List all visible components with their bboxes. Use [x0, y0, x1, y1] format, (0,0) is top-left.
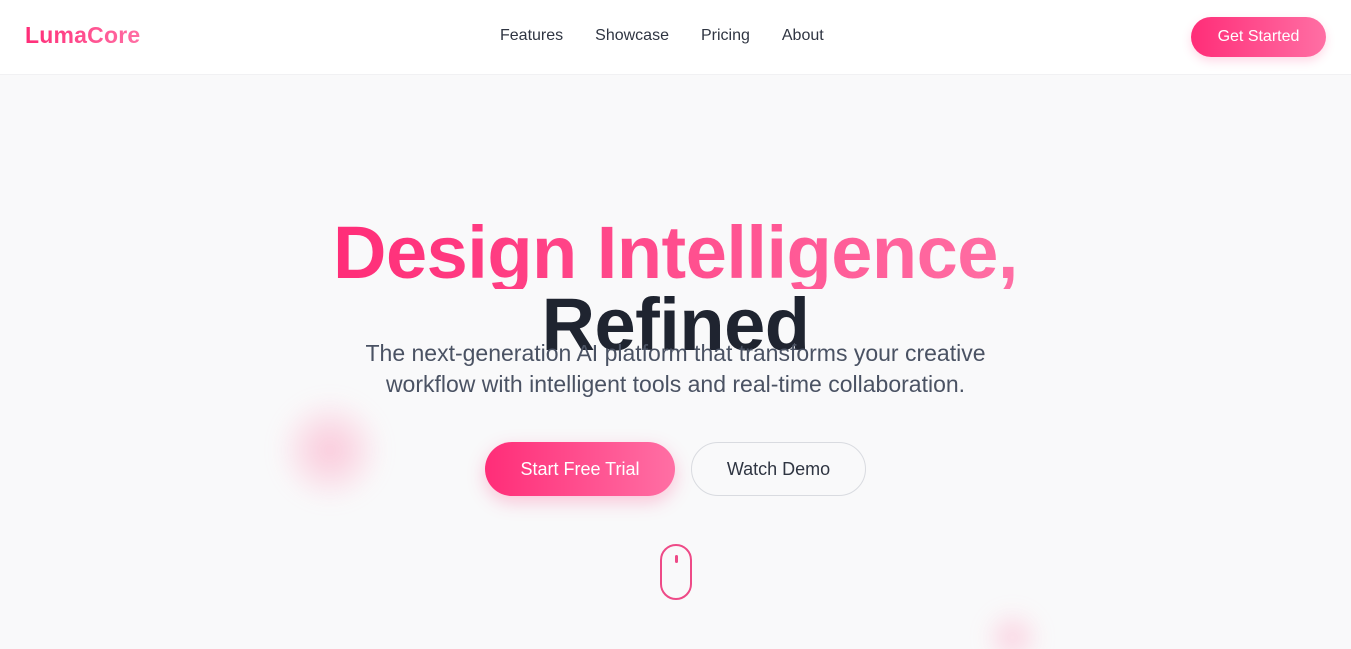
nav-link-features[interactable]: Features	[500, 27, 563, 45]
scroll-wheel-dot	[675, 555, 678, 563]
hero-subtitle-line-2: workflow with intelligent tools and real…	[385, 371, 966, 397]
mouse-scroll-icon[interactable]	[660, 544, 692, 600]
get-started-button[interactable]: Get Started	[1191, 17, 1326, 57]
nav-link-showcase[interactable]: Showcase	[595, 27, 669, 45]
decorative-glow-orb-right	[985, 610, 1040, 649]
nav-link-about[interactable]: About	[782, 27, 824, 45]
hero-section: Design Intelligence, Refined The next-ge…	[0, 75, 1351, 649]
hero-cta-row: Start Free Trial Watch Demo	[0, 442, 1351, 496]
hero-headline-gradient: Design Intelligence,	[333, 210, 1018, 294]
top-navbar: LumaCore Features Showcase Pricing About…	[0, 0, 1351, 75]
brand-logo[interactable]: LumaCore	[25, 22, 140, 49]
main-nav: Features Showcase Pricing About	[500, 27, 824, 45]
hero-subtitle-line-1: The next-generation AI platform that tra…	[365, 340, 986, 366]
nav-link-pricing[interactable]: Pricing	[701, 27, 750, 45]
watch-demo-button[interactable]: Watch Demo	[691, 442, 866, 496]
hero-subtitle: The next-generation AI platform that tra…	[0, 338, 1351, 400]
start-free-trial-button[interactable]: Start Free Trial	[485, 442, 675, 496]
